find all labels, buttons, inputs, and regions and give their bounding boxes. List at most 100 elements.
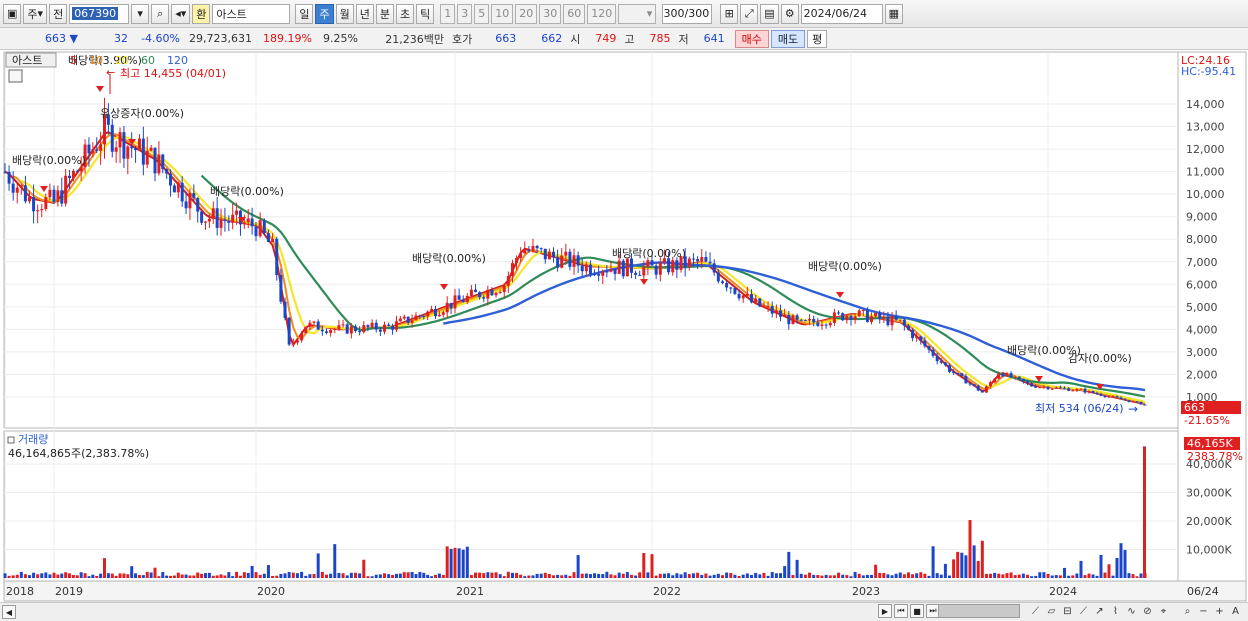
interval-20[interactable]: 20: [515, 3, 538, 24]
stop-icon[interactable]: ■: [910, 604, 924, 618]
draw-arrow-icon[interactable]: ↗: [1092, 603, 1107, 619]
stock-name-field[interactable]: 아스트: [212, 3, 291, 24]
time-label: 2019: [55, 585, 83, 598]
candle-body: [1107, 396, 1111, 398]
volume-collapse-icon[interactable]: [7, 436, 15, 444]
scrollbar-thumb[interactable]: [938, 604, 1020, 618]
volume-bar: [1107, 564, 1111, 578]
scroll-right-icon[interactable]: ▶: [878, 604, 892, 618]
period-second[interactable]: 초: [395, 3, 415, 24]
volume-bar: [19, 571, 23, 578]
calendar-icon[interactable]: ▦: [884, 3, 904, 24]
volume-bar: [398, 573, 402, 578]
candle-body: [333, 328, 337, 330]
volume-bar: [580, 573, 584, 578]
draw-ray-icon[interactable]: ⟋: [1076, 603, 1091, 619]
code-dropdown-icon[interactable]: ▾: [131, 3, 150, 24]
volume-bar: [358, 573, 362, 578]
draw-trendline-icon[interactable]: ⟋: [1028, 603, 1043, 619]
volume-bar: [64, 572, 68, 578]
rewind-icon[interactable]: ⏮: [894, 604, 908, 618]
period-tick[interactable]: 틱: [416, 3, 435, 24]
candle-body: [754, 298, 758, 303]
candle-body: [161, 154, 165, 170]
zoom-out-icon[interactable]: −: [1196, 603, 1211, 619]
gear-icon[interactable]: ⚙: [780, 3, 799, 24]
stock-code-input[interactable]: 067390: [69, 3, 130, 24]
market-select[interactable]: 주 ▾: [23, 3, 48, 24]
candle-body: [235, 210, 239, 215]
draw-pin-icon[interactable]: ⌖: [1156, 603, 1171, 619]
draw-channel-icon[interactable]: ▱: [1044, 603, 1059, 619]
average-button[interactable]: 평: [807, 29, 828, 48]
speaker-icon[interactable]: ◂▾: [171, 3, 191, 24]
data-count-input[interactable]: 300/300: [662, 3, 713, 24]
candle-body: [927, 346, 931, 350]
interval-10[interactable]: 10: [491, 3, 514, 24]
zoom-icon[interactable]: ⌕: [1180, 603, 1195, 619]
prev-button[interactable]: 전: [49, 3, 68, 24]
candle-body: [812, 319, 816, 323]
volume-bar: [729, 573, 733, 578]
candle-body: [1038, 387, 1042, 389]
volume-bar: [691, 573, 695, 578]
volume-bar: [52, 572, 56, 578]
event-label: 배당락(0.00%): [210, 185, 284, 198]
volume-bar: [1095, 575, 1099, 578]
sell-button[interactable]: 매도: [770, 29, 806, 48]
volume-bar: [370, 576, 374, 578]
candle-body: [725, 283, 729, 288]
candle-body: [853, 316, 857, 320]
layout-icon[interactable]: ▣: [3, 3, 22, 24]
stock-chart[interactable]: 14,000 13,000 12,000 11,000 10,000 9,000 8,000…: [0, 50, 1248, 602]
volume-bar: [23, 574, 27, 578]
interval-60[interactable]: 60: [563, 3, 586, 24]
candle-body: [418, 315, 422, 317]
period-week[interactable]: 주: [315, 3, 334, 24]
table-icon[interactable]: [8, 69, 23, 83]
volume-value: 29,723,631: [189, 32, 252, 45]
font-size-icon[interactable]: A: [1228, 603, 1243, 619]
interval-1[interactable]: 1: [440, 3, 456, 24]
period-month[interactable]: 월: [335, 3, 354, 24]
candle-body: [172, 185, 176, 193]
save-icon[interactable]: ▤: [760, 3, 779, 24]
zoom-in-icon[interactable]: +: [1212, 603, 1227, 619]
volume-bar: [588, 574, 592, 578]
interval-custom-input[interactable]: ▾: [618, 3, 657, 24]
search-icon[interactable]: ⌕: [151, 3, 170, 24]
interval-3[interactable]: 3: [457, 3, 473, 24]
date-input[interactable]: 2024/06/24: [800, 3, 883, 24]
change-value: 32: [114, 32, 128, 45]
period-year[interactable]: 년: [355, 3, 374, 24]
candle-settings-icon[interactable]: ⊞: [720, 3, 739, 24]
candle-body: [952, 371, 956, 373]
candle-body: [535, 245, 539, 249]
draw-cross-icon[interactable]: ⊘: [1140, 603, 1155, 619]
volume-bar: [204, 573, 207, 578]
candle-body: [449, 302, 453, 309]
candle-body: [126, 146, 130, 159]
candle-body: [984, 386, 988, 393]
candle-body: [687, 258, 691, 268]
indicator-icon[interactable]: ⤢: [740, 3, 759, 24]
period-day[interactable]: 일: [295, 3, 314, 24]
candle-body: [44, 197, 48, 210]
interval-120[interactable]: 120: [587, 3, 617, 24]
candle-body: [539, 248, 543, 250]
buy-button[interactable]: 매수: [734, 29, 769, 48]
candle-body: [675, 260, 679, 270]
volume-bar: [71, 575, 75, 578]
volume-bar: [1123, 549, 1127, 578]
draw-polyline-icon[interactable]: ⌇: [1108, 603, 1123, 619]
volume-bar: [215, 575, 219, 578]
candle-body: [1009, 373, 1013, 378]
interval-5[interactable]: 5: [474, 3, 490, 24]
interval-30[interactable]: 30: [539, 3, 562, 24]
draw-wave-icon[interactable]: ∿: [1124, 603, 1139, 619]
candle-body: [110, 124, 114, 152]
candle-body: [617, 260, 621, 274]
scroll-left-icon[interactable]: ◀: [2, 605, 16, 619]
period-minute[interactable]: 분: [375, 3, 394, 24]
draw-fibo-icon[interactable]: ⊟: [1060, 603, 1075, 619]
